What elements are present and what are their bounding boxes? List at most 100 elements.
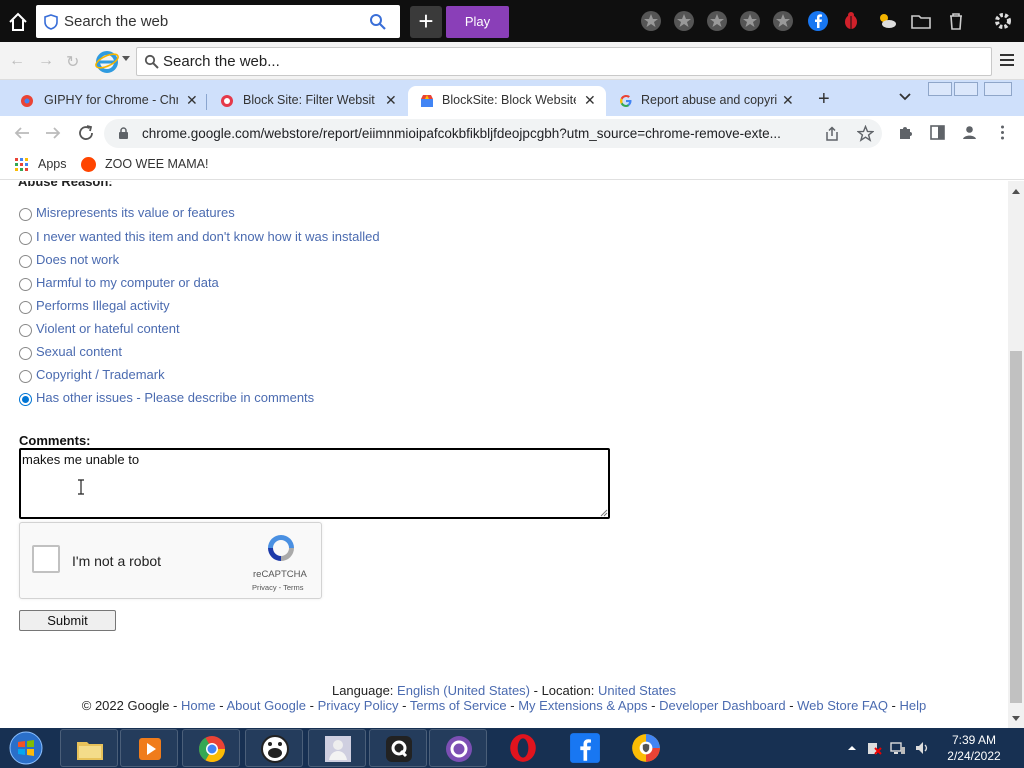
footer-link-help[interactable]: Help [900, 698, 927, 713]
hamburger-menu-icon[interactable] [1000, 53, 1014, 67]
radio-button[interactable] [19, 278, 32, 291]
reason-label[interactable]: Harmful to my computer or data [36, 275, 219, 290]
home-icon[interactable] [8, 12, 28, 32]
scrollbar-thumb[interactable] [1010, 351, 1022, 703]
play-button[interactable]: Play [446, 6, 509, 38]
gear-icon[interactable] [992, 10, 1014, 32]
close-icon[interactable]: ✕ [186, 92, 198, 109]
lock-icon[interactable] [118, 127, 129, 140]
reason-label[interactable]: Does not work [36, 252, 119, 267]
footer-link-about-google[interactable]: About Google [227, 698, 307, 713]
facebook-icon[interactable] [807, 10, 829, 32]
reason-label[interactable]: Sexual content [36, 344, 122, 359]
reload-icon[interactable] [77, 124, 95, 142]
radio-button[interactable] [19, 347, 32, 360]
system-clock[interactable]: 7:39 AM 2/24/2022 [936, 732, 1012, 764]
chevron-down-icon[interactable] [898, 90, 912, 104]
footer-link-faq[interactable]: Web Store FAQ [797, 698, 888, 713]
recaptcha-privacy-terms[interactable]: Privacy - Terms [252, 583, 304, 592]
side-panel-icon[interactable] [929, 124, 946, 141]
scroll-up-arrow-icon[interactable] [1012, 189, 1020, 194]
show-hidden-icons-icon[interactable] [844, 740, 860, 756]
windows-start-icon[interactable] [6, 730, 46, 766]
more-vertical-icon[interactable] [994, 124, 1011, 141]
weather-icon[interactable] [876, 10, 898, 32]
taskbar-media-player[interactable] [120, 729, 178, 767]
resize-handle-icon[interactable] [600, 509, 608, 517]
star-icon[interactable] [706, 10, 728, 32]
taskbar-app-purple[interactable] [429, 729, 487, 767]
reason-label[interactable]: Copyright / Trademark [36, 367, 165, 382]
bookmark-star-icon[interactable] [857, 125, 874, 142]
tab-report-abuse[interactable]: Report abuse and copyrig ✕ [606, 86, 806, 116]
recaptcha-checkbox[interactable] [32, 545, 60, 573]
puzzle-extension-icon[interactable] [897, 124, 914, 141]
back-arrow-icon[interactable]: ← [9, 52, 25, 70]
minimize-button[interactable] [928, 82, 952, 96]
radio-button[interactable] [19, 255, 32, 268]
vertical-scrollbar[interactable] [1008, 181, 1024, 728]
language-link[interactable]: English (United States) [397, 683, 530, 698]
footer-link-extensions[interactable]: My Extensions & Apps [518, 698, 647, 713]
opera-icon[interactable] [507, 732, 539, 764]
network-icon[interactable] [890, 740, 906, 756]
search-icon[interactable] [369, 13, 386, 30]
reason-label[interactable]: Performs Illegal activity [36, 298, 170, 313]
radio-button[interactable] [19, 208, 32, 221]
radio-button[interactable] [19, 232, 32, 245]
taskbar-app-face[interactable] [245, 729, 303, 767]
radio-button[interactable] [19, 301, 32, 314]
share-icon[interactable] [824, 126, 840, 142]
taskbar-app-image[interactable] [308, 729, 366, 767]
trash-icon[interactable] [945, 10, 967, 32]
comments-textarea[interactable] [19, 448, 610, 519]
taskbar-chrome[interactable] [182, 729, 240, 767]
secondary-search-input[interactable]: Search the web... [136, 47, 992, 76]
profile-icon[interactable] [961, 124, 978, 141]
reason-label[interactable]: Has other issues - Please describe in co… [36, 390, 314, 405]
footer-link-developer-dashboard[interactable]: Developer Dashboard [659, 698, 785, 713]
radio-button[interactable] [19, 324, 32, 337]
facebook-icon[interactable] [569, 732, 601, 764]
volume-icon[interactable] [914, 740, 930, 756]
footer-link-home[interactable]: Home [181, 698, 216, 713]
close-icon[interactable]: ✕ [385, 92, 397, 109]
restore-button[interactable] [954, 82, 978, 96]
radio-button-selected[interactable] [19, 393, 32, 406]
location-link[interactable]: United States [598, 683, 676, 698]
web-search-box[interactable]: Search the web [36, 5, 400, 38]
tab-blocksite[interactable]: BlockSite: Block Websites ✕ [408, 86, 606, 116]
chevron-down-icon[interactable] [122, 56, 130, 61]
taskbar-app-q[interactable] [369, 729, 427, 767]
reason-label[interactable]: Violent or hateful content [36, 321, 180, 336]
star-icon[interactable] [640, 10, 662, 32]
vpn-shield-icon[interactable] [630, 732, 662, 764]
bookmark-apps[interactable]: Apps [38, 157, 67, 171]
reason-label[interactable]: Misrepresents its value or features [36, 205, 235, 220]
bug-icon[interactable] [840, 10, 862, 32]
tab-block-site-filter[interactable]: Block Site: Filter Websites ✕ [207, 86, 406, 116]
url-field[interactable]: chrome.google.com/webstore/report/eiimnm… [104, 119, 882, 148]
forward-arrow-icon[interactable]: → [38, 52, 54, 70]
radio-button[interactable] [19, 370, 32, 383]
folder-icon[interactable] [910, 10, 932, 32]
footer-link-terms[interactable]: Terms of Service [410, 698, 507, 713]
close-window-button[interactable] [984, 82, 1012, 96]
submit-button[interactable]: Submit [19, 610, 116, 631]
close-icon[interactable]: ✕ [782, 92, 794, 109]
scroll-down-arrow-icon[interactable] [1012, 716, 1020, 721]
apps-grid-icon[interactable] [15, 158, 28, 171]
new-tab-button[interactable]: + [818, 88, 830, 111]
add-button[interactable]: + [410, 6, 442, 38]
star-icon[interactable] [673, 10, 695, 32]
star-icon[interactable] [739, 10, 761, 32]
close-icon[interactable]: ✕ [584, 92, 596, 109]
back-arrow-icon[interactable] [13, 124, 31, 142]
refresh-icon[interactable]: ↻ [66, 52, 79, 72]
tab-giphy[interactable]: GIPHY for Chrome - Chro ✕ [0, 86, 207, 116]
internet-explorer-icon[interactable] [94, 48, 120, 74]
forward-arrow-icon[interactable] [44, 124, 62, 142]
taskbar-file-explorer[interactable] [60, 729, 118, 767]
footer-link-privacy-policy[interactable]: Privacy Policy [318, 698, 399, 713]
action-center-icon[interactable] [866, 740, 882, 756]
